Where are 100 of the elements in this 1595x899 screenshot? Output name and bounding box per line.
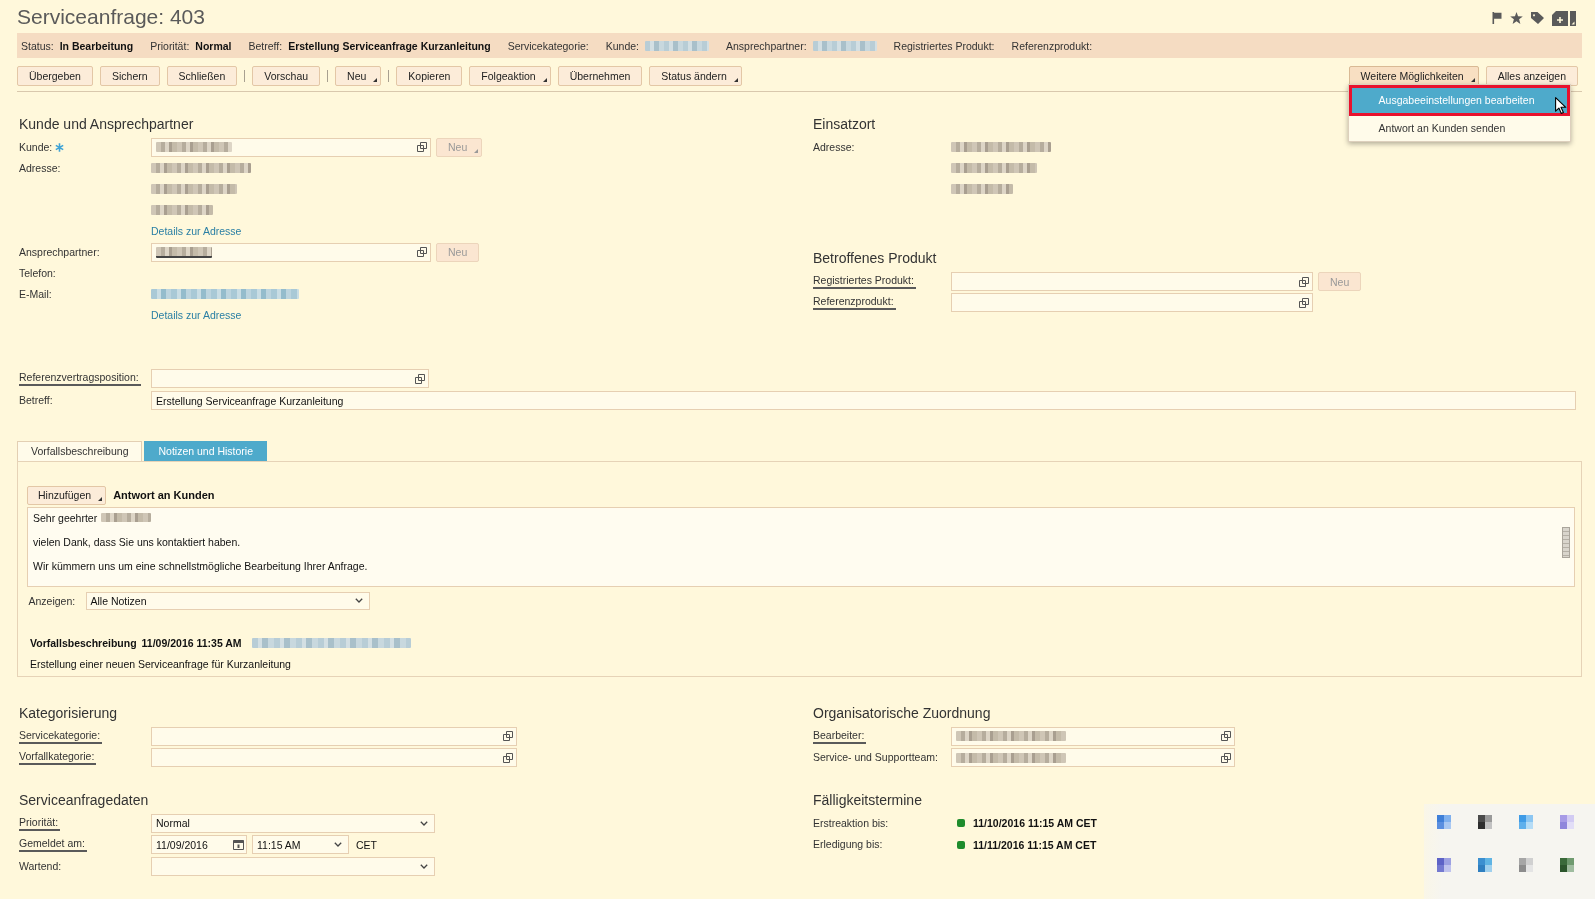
star-icon[interactable] <box>1510 12 1523 24</box>
field-label[interactable]: Referenzprodukt: <box>813 295 896 310</box>
field-label: Erstreaktion bis: <box>813 816 889 830</box>
timezone-label: CET <box>356 838 377 851</box>
status-label: Status: <box>21 39 54 52</box>
new-document-icon[interactable] <box>1552 10 1576 26</box>
page-title: Serviceanfrage: 403 <box>17 3 205 30</box>
toolbar-button[interactable]: Alles anzeigen <box>1485 65 1578 86</box>
status-label: Priorität: <box>150 39 190 52</box>
details-link[interactable]: Details zur Adresse <box>151 225 242 237</box>
status-value: Erstellung Serviceanfrage Kurzanleitung <box>288 39 491 52</box>
note-editor[interactable]: Sehr geehrter vielen Dank, dass Sie uns kontaktiert haben. Wir kümmern uns um eine schnellstmögliche Bearbeitung Ihrer Anfrage. <box>27 507 1575 587</box>
field-label: Ansprechpartner: <box>19 245 100 259</box>
time-dropdown[interactable]: 11:15 AM <box>252 835 349 855</box>
lookup-field[interactable] <box>951 726 1235 746</box>
toolbar-button[interactable]: Sichern <box>99 65 160 86</box>
section-heading: Kategorisierung <box>19 703 118 722</box>
lookup-field[interactable] <box>151 369 429 388</box>
status-label: Servicekategorie: <box>507 39 589 52</box>
dropdown-field[interactable] <box>151 856 435 876</box>
field-label: Wartend: <box>19 859 62 873</box>
section-heading: Organisatorische Zuordnung <box>813 703 991 722</box>
toolbar-button[interactable]: Neu <box>335 65 382 86</box>
add-button[interactable]: Hinzufügen <box>27 485 107 505</box>
toolbar-button[interactable]: Übernehmen <box>557 65 643 86</box>
tab[interactable]: Vorfallsbeschreibung <box>17 441 143 461</box>
lookup-icon[interactable] <box>503 731 513 742</box>
tag-icon[interactable] <box>1531 12 1544 24</box>
menu-item[interactable]: Antwort an Kunden senden <box>1348 115 1570 141</box>
chevron-down-icon <box>354 598 363 604</box>
message-line: Sehr geehrter <box>33 511 98 524</box>
lookup-field[interactable] <box>151 726 517 746</box>
lookup-field[interactable] <box>151 137 431 157</box>
status-label: Kunde: <box>605 39 640 52</box>
field-label[interactable]: Gemeldet am: <box>19 837 87 853</box>
section-heading: Betroffenes Produkt <box>813 249 937 267</box>
field-label: Service- und Supportteam: <box>813 751 938 765</box>
status-label: Ansprechpartner: <box>726 39 807 52</box>
toolbar-button[interactable]: Weitere Möglichkeiten <box>1348 65 1479 86</box>
scrollbar-thumb[interactable] <box>1562 527 1570 558</box>
due-date-text: 11/10/2016 11:15 AM CET <box>973 817 1097 830</box>
field-label[interactable]: Vorfallkategorie: <box>19 750 97 766</box>
note-type: Vorfallsbeschreibung <box>30 637 137 649</box>
field-label: Adresse: <box>813 140 855 154</box>
field-label[interactable]: Servicekategorie: <box>19 728 103 744</box>
field-label[interactable]: Referenzvertragsposition: <box>19 371 141 386</box>
chevron-down-icon <box>334 842 342 848</box>
lookup-icon[interactable] <box>503 752 513 763</box>
lookup-icon[interactable] <box>417 247 427 257</box>
flag-icon[interactable] <box>1492 12 1502 24</box>
status-label: Referenzprodukt: <box>1011 39 1093 52</box>
toolbar-button[interactable]: Vorschau <box>252 65 321 86</box>
field-label: Kunde: <box>19 140 53 154</box>
lookup-icon[interactable] <box>1221 731 1231 742</box>
lookup-icon[interactable] <box>1299 276 1309 287</box>
lookup-icon[interactable] <box>1221 752 1231 763</box>
section-heading: Fälligkeitstermine <box>813 790 922 809</box>
cursor-icon <box>1554 96 1567 114</box>
section-heading: Serviceanfragedaten <box>19 790 149 809</box>
note-timestamp: 11/09/2016 11:35 AM <box>141 637 242 649</box>
message-line: vielen Dank, dass Sie uns kontaktiert haben. <box>33 535 241 548</box>
lookup-field[interactable] <box>151 242 431 262</box>
filter-dropdown[interactable]: Alle Notizen <box>85 591 370 610</box>
lookup-field[interactable] <box>951 748 1235 768</box>
lookup-field[interactable] <box>951 272 1313 291</box>
section-heading: Einsatzort <box>813 114 876 133</box>
lookup-icon[interactable] <box>417 142 427 152</box>
field-label[interactable]: Registriertes Produkt: <box>813 274 916 289</box>
field-label[interactable]: Bearbeiter: <box>813 728 867 744</box>
field-label: Betreff: <box>19 394 53 407</box>
status-value: Normal <box>195 39 232 52</box>
toolbar-button[interactable]: Übergeben <box>17 65 93 86</box>
status-label: Registriertes Produkt: <box>893 39 995 52</box>
status-value: In Bearbeitung <box>59 39 134 52</box>
calendar-icon[interactable] <box>233 839 244 851</box>
lookup-icon[interactable] <box>415 373 425 384</box>
toolbar-button[interactable]: Kopieren <box>396 65 463 86</box>
field-label: E-Mail: <box>19 287 52 301</box>
filter-label: Anzeigen: <box>27 594 77 607</box>
lookup-field[interactable] <box>951 293 1313 312</box>
blurred-icon[interactable] <box>1478 815 1492 829</box>
lookup-icon[interactable] <box>1299 297 1309 308</box>
lookup-field[interactable] <box>151 748 517 768</box>
chevron-down-icon <box>420 820 428 826</box>
toolbar-button[interactable]: Status ändern <box>649 65 742 86</box>
field-label[interactable]: Priorität: <box>19 815 61 831</box>
blurred-icon[interactable] <box>1560 858 1574 872</box>
note-text: Erstellung einer neuen Serviceanfrage für Kurzanleitung <box>30 656 292 671</box>
field-label: Telefon: <box>19 266 56 280</box>
status-label: Betreff: <box>248 39 283 52</box>
date-field[interactable]: 11/09/2016 <box>151 835 247 855</box>
toolbar-button[interactable]: Folgeaktion <box>469 65 551 86</box>
toolbar-button[interactable]: Schließen <box>166 65 238 86</box>
message-line: Wir kümmern uns um eine schnellstmögliche Bearbeitung Ihrer Anfrage. <box>33 559 368 572</box>
field-label: Adresse: <box>19 161 61 175</box>
details-link[interactable]: Details zur Adresse <box>151 309 242 321</box>
text-field[interactable]: Erstellung Serviceanfrage Kurzanleitung <box>151 391 1576 410</box>
note-type-label: Antwort an Kunden <box>113 489 215 502</box>
dropdown-field[interactable]: Normal <box>151 813 435 833</box>
due-date-text: 11/11/2016 11:15 AM CET <box>973 838 1097 851</box>
